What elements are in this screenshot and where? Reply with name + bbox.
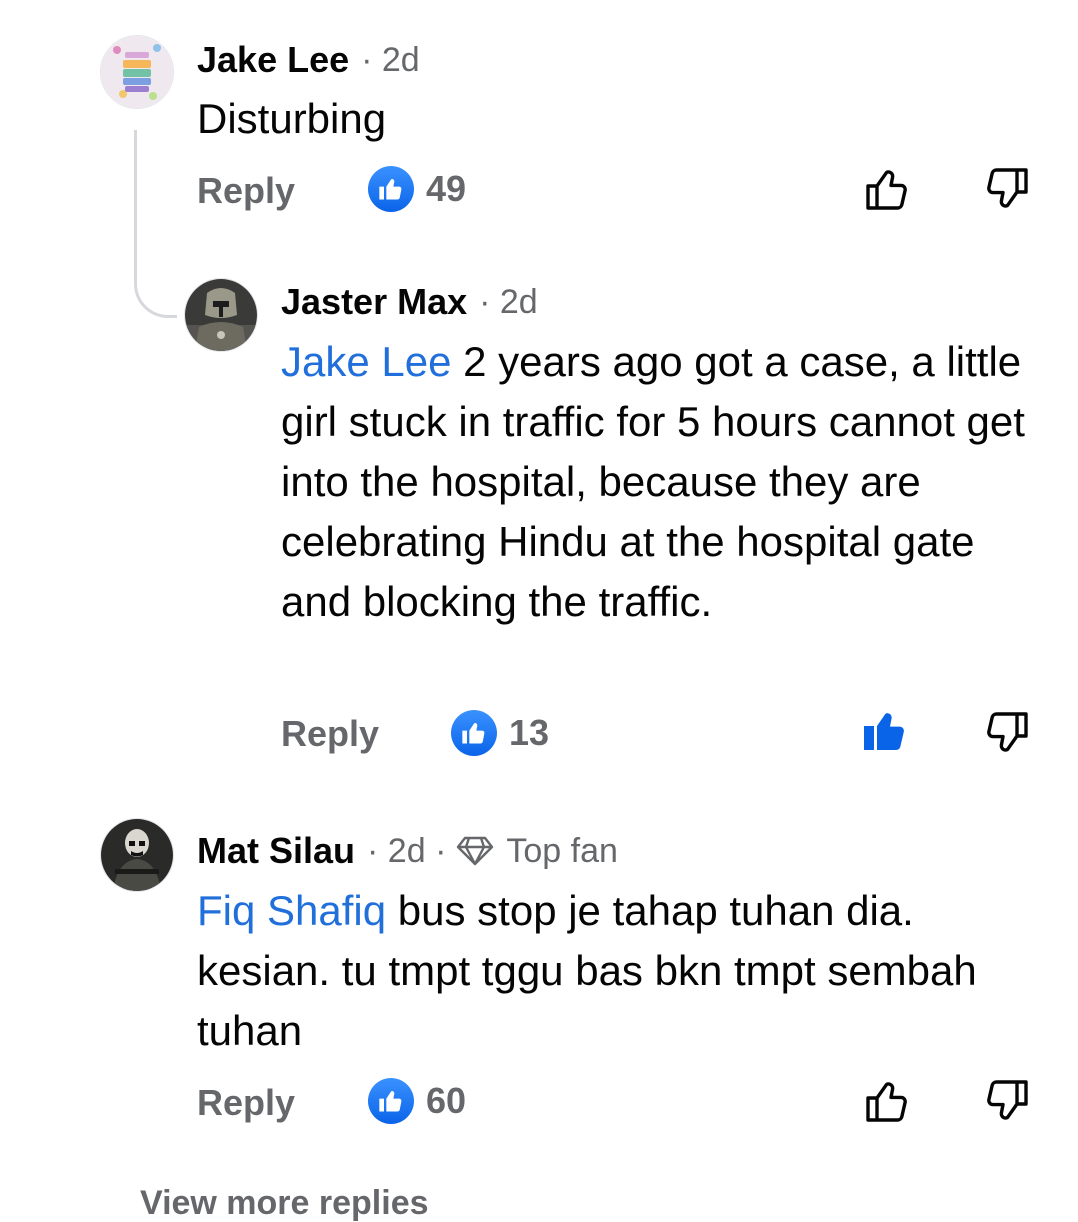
avatar-image	[185, 279, 257, 351]
comment-time: · 2d	[361, 41, 420, 79]
avatar-image	[101, 36, 173, 108]
comment-author[interactable]: Jake Lee	[197, 42, 349, 78]
reply-button[interactable]: Reply	[197, 1085, 295, 1121]
view-more-replies-link[interactable]: View more replies	[140, 1186, 429, 1220]
comment-time: · 2d	[479, 283, 538, 321]
reply-button[interactable]: Reply	[281, 716, 379, 752]
comment-body: Disturbing	[197, 95, 387, 142]
comment-header: Jake Lee · 2d	[197, 42, 420, 78]
thumbs-up-outline-icon[interactable]	[862, 164, 912, 214]
comment-author[interactable]: Jaster Max	[281, 284, 467, 320]
comment-text: Fiq Shafiq bus stop je tahap tuhan dia. …	[197, 881, 1017, 1061]
avatar-image	[101, 819, 173, 891]
like-badge-icon	[451, 710, 497, 756]
avatar-jake-lee[interactable]	[100, 35, 174, 109]
comment-text: Disturbing	[197, 89, 386, 149]
thumbs-down-outline-icon[interactable]	[982, 1076, 1032, 1126]
reply-button[interactable]: Reply	[197, 173, 295, 209]
diamond-icon	[456, 836, 494, 866]
mention-link[interactable]: Jake Lee	[281, 338, 451, 385]
like-count: 49	[426, 168, 467, 209]
comment-text: Jake Lee 2 years ago got a case, a littl…	[281, 332, 1046, 632]
like-count: 13	[509, 712, 550, 753]
like-badge-icon	[368, 166, 414, 212]
thumbs-up-outline-icon[interactable]	[862, 1076, 912, 1126]
like-badge-icon	[368, 1078, 414, 1124]
like-count: 60	[426, 1080, 467, 1121]
reaction-summary[interactable]: 13	[451, 710, 549, 756]
top-fan-badge: Top fan	[506, 832, 618, 870]
comment-header: Mat Silau · 2d · Top fan	[197, 833, 618, 869]
thread-connector	[134, 130, 177, 318]
avatar-jaster-max[interactable]	[184, 278, 258, 352]
thumbs-up-filled-icon[interactable]	[860, 704, 910, 754]
avatar-mat-silau[interactable]	[100, 818, 174, 892]
reaction-summary[interactable]: 49	[368, 166, 466, 212]
comment-header: Jaster Max · 2d	[281, 284, 538, 320]
thumbs-down-outline-icon[interactable]	[982, 164, 1032, 214]
comment-time: · 2d ·	[367, 832, 447, 870]
mention-link[interactable]: Fiq Shafiq	[197, 887, 386, 934]
comment-author[interactable]: Mat Silau	[197, 833, 355, 869]
thumbs-down-outline-icon[interactable]	[982, 708, 1032, 758]
reaction-summary[interactable]: 60	[368, 1078, 466, 1124]
